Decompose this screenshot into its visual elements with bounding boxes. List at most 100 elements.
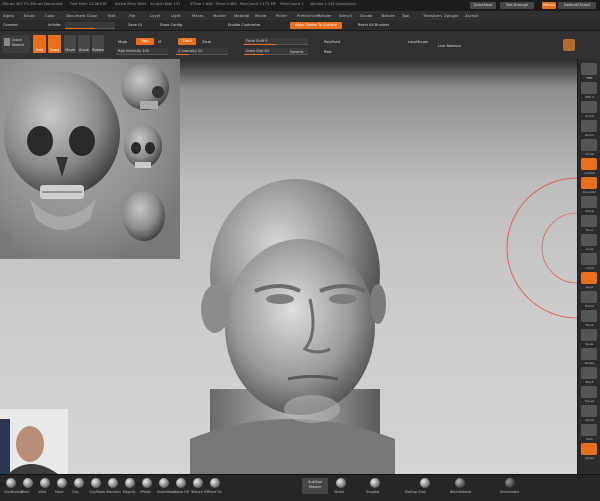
shelf-move-button[interactable]	[581, 310, 597, 322]
menu-document[interactable]: Document	[66, 13, 86, 18]
shelf-dynamic-button[interactable]	[581, 177, 597, 189]
see-through-slider[interactable]: See-through	[500, 2, 534, 9]
brush-magnify-icon[interactable]	[125, 478, 135, 488]
zsub-toggle[interactable]: Zsub	[202, 40, 211, 44]
dynamic-toggle[interactable]: Dynamic	[290, 50, 304, 54]
menu-zscript[interactable]: Zscript	[465, 13, 478, 18]
shelf-solo-button[interactable]	[581, 424, 597, 436]
matcap-gray-icon[interactable]	[420, 478, 430, 488]
default-zscript-button[interactable]: DefaultZScript	[558, 2, 596, 9]
menu-brush[interactable]: Brush	[24, 13, 35, 18]
infinite-slider[interactable]	[65, 22, 115, 29]
menu-zplugin[interactable]: Zplugin	[444, 13, 458, 18]
menu-light[interactable]: Light	[171, 13, 180, 18]
shelf-frame-button[interactable]	[581, 291, 597, 303]
menu-macro[interactable]: Macro	[192, 13, 204, 18]
shelf-scroll-button[interactable]	[581, 101, 597, 113]
menu-preferences[interactable]: Preferences	[297, 13, 319, 18]
move-button[interactable]: Move	[64, 35, 76, 53]
brush-alpha-off-icon[interactable]	[176, 478, 186, 488]
rotate-button[interactable]: Rotate	[92, 35, 104, 53]
z-intensity-slider[interactable]: Z Intensity 25	[176, 48, 228, 55]
quick-sketch-button[interactable]: Quick Sketch	[2, 35, 30, 53]
brush-texture-off-icon[interactable]	[193, 478, 203, 488]
shelf-transp-button[interactable]	[581, 386, 597, 398]
menu-edit[interactable]: Edit	[108, 13, 115, 18]
enable-customize-button[interactable]: Enable Customize	[228, 23, 260, 27]
shelf-actual-button[interactable]	[581, 139, 597, 151]
shelf-zoom-button[interactable]	[581, 120, 597, 132]
scratch-disk: Scratch Disk 137	[150, 2, 181, 6]
shelf-label: Solo	[586, 436, 593, 441]
shelf-l-sym-button[interactable]	[581, 253, 597, 265]
brush-clay-icon[interactable]	[74, 478, 84, 488]
quicksave-button[interactable]: QuickSave	[470, 2, 496, 9]
brush-claybuildup-icon[interactable]	[6, 478, 16, 488]
edit-button[interactable]: Edit	[33, 35, 46, 53]
align-center-button[interactable]: Align Center To Surface	[290, 22, 342, 29]
store-config-button[interactable]: Store Config	[160, 23, 182, 27]
brush-hpolish-icon[interactable]	[142, 478, 152, 488]
canvas-viewport[interactable]	[0, 59, 577, 474]
brush-move-icon[interactable]	[57, 478, 67, 488]
color-swatch[interactable]	[563, 39, 575, 51]
shelf-rotate-button[interactable]	[581, 348, 597, 360]
subtool-master-button[interactable]: SubTool Master	[302, 478, 328, 494]
menus-button[interactable]: Menus	[542, 2, 556, 9]
menu-transform[interactable]: Transform	[423, 13, 442, 18]
menu-texture[interactable]: Texture	[381, 13, 395, 18]
menu-marker[interactable]: Marker	[213, 13, 226, 18]
brush-move-tp-icon[interactable]	[210, 478, 220, 488]
brush-pinch-icon[interactable]	[23, 478, 33, 488]
menu-material[interactable]: Material	[234, 13, 249, 18]
infinite-label[interactable]: Infinite	[48, 23, 61, 27]
shelf-floor-button[interactable]	[581, 215, 597, 227]
shelf-scale-button[interactable]	[581, 329, 597, 341]
save-ui-button[interactable]: Save UI	[128, 23, 142, 27]
menu-picker[interactable]: Picker	[276, 13, 287, 18]
shelf-local-button[interactable]	[581, 234, 597, 246]
stroke-icon[interactable]	[336, 478, 346, 488]
mrgb-toggle[interactable]: Mrgb	[118, 40, 127, 44]
live-boolean-button[interactable]: Live Boolean	[438, 44, 461, 48]
menu-file[interactable]: File	[129, 13, 135, 18]
skin-shade-icon[interactable]	[505, 478, 515, 488]
brush-inflat-icon[interactable]	[40, 478, 50, 488]
free-mem: Free Mem 11.087GB	[70, 2, 107, 6]
brush-claytubes-icon[interactable]	[91, 478, 101, 488]
menu-render[interactable]: Render	[318, 13, 332, 18]
m-toggle[interactable]: M	[158, 40, 161, 44]
shelf-gxyz-button[interactable]	[581, 272, 597, 284]
draw-button[interactable]: Draw	[48, 35, 61, 53]
head-sculpt[interactable]	[190, 179, 395, 474]
reset-brushes-button[interactable]: Reset All Brushes	[358, 23, 389, 27]
menu-stroke[interactable]: Stroke	[360, 13, 372, 18]
rgb-intensity-slider[interactable]: Rgb Intensity 100	[116, 48, 168, 55]
menu-color[interactable]: Color	[45, 13, 55, 18]
menu-layer[interactable]: Layer	[150, 13, 161, 18]
brush-snakehook-icon[interactable]	[159, 478, 169, 488]
focal-shift-slider[interactable]: Focal Shift 0	[244, 38, 308, 45]
menu-movie[interactable]: Movie	[255, 13, 266, 18]
menu-alpha[interactable]: Alpha	[3, 13, 14, 18]
menu-stencil[interactable]: Stencil	[339, 13, 352, 18]
rest-label: Rest	[324, 50, 332, 54]
brush-standard-icon[interactable]	[108, 478, 118, 488]
zadd-toggle[interactable]: Zadd	[178, 38, 196, 45]
menu-tool[interactable]: Tool	[402, 13, 409, 18]
menu-draw[interactable]: Draw	[87, 13, 97, 18]
shelf-xpose-button[interactable]	[581, 443, 597, 455]
rgb-toggle[interactable]: Rgb	[136, 38, 154, 45]
shelf-persp-button[interactable]	[581, 196, 597, 208]
shelf-polyf-button[interactable]	[581, 367, 597, 379]
lazy-mouse-button[interactable]: LazyMouse	[408, 40, 428, 44]
shelf-aahalf-button[interactable]	[581, 158, 597, 170]
shelf-ghost-button[interactable]	[581, 405, 597, 417]
dragdot-icon[interactable]	[370, 478, 380, 488]
shelf-spix-3-button[interactable]	[581, 82, 597, 94]
shelf-bpr-button[interactable]	[581, 63, 597, 75]
scale-button[interactable]: Scale	[78, 35, 90, 53]
connect-label[interactable]: Connect	[3, 23, 18, 27]
brush-cursor	[506, 177, 577, 319]
basic-material-icon[interactable]	[455, 478, 465, 488]
